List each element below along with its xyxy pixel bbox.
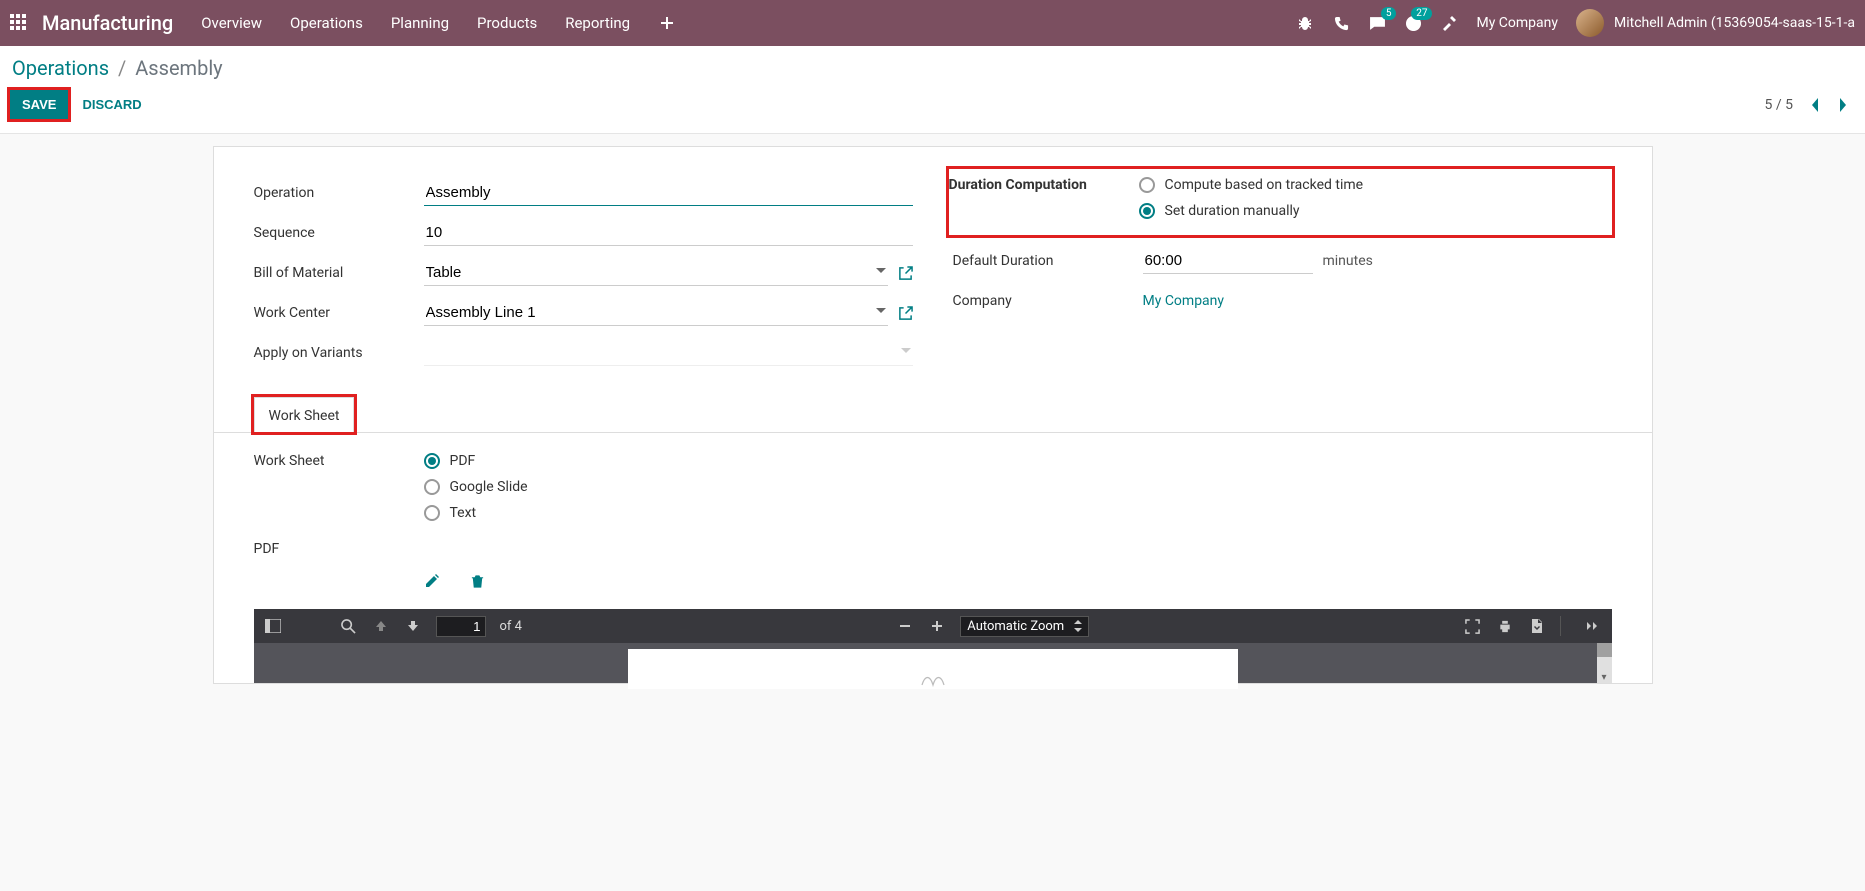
- worksheet-pdf-label: PDF: [450, 453, 476, 469]
- tools-icon[interactable]: [1440, 14, 1458, 32]
- breadcrumb-parent[interactable]: Operations: [12, 56, 109, 80]
- page-up-icon[interactable]: [372, 617, 390, 635]
- variants-input[interactable]: [424, 340, 913, 366]
- user-name: Mitchell Admin (15369054-saas-15-1-a: [1614, 15, 1855, 31]
- bom-input[interactable]: [424, 260, 888, 286]
- tab-content-worksheet: Work Sheet PDF Google Slide Text: [254, 433, 1612, 683]
- worksheet-option-text[interactable]: Text: [424, 505, 528, 521]
- form-left-column: Operation Sequence Bill of Material: [254, 177, 913, 377]
- systray: 5 27 My Company Mitchell Admin (15369054…: [1296, 9, 1855, 37]
- menu-overview[interactable]: Overview: [201, 14, 262, 32]
- duration-highlight: Duration Computation Compute based on tr…: [949, 169, 1612, 235]
- radio-icon: [424, 479, 440, 495]
- app-title[interactable]: Manufacturing: [42, 11, 173, 35]
- radio-icon: [1139, 203, 1155, 219]
- variants-label: Apply on Variants: [254, 345, 424, 361]
- radio-icon: [424, 505, 440, 521]
- fullscreen-icon[interactable]: [1464, 617, 1482, 635]
- default-duration-input[interactable]: [1143, 248, 1313, 274]
- page-down-icon[interactable]: [404, 617, 422, 635]
- pager-text[interactable]: 5 / 5: [1765, 97, 1793, 113]
- worksheet-option-pdf[interactable]: PDF: [424, 453, 528, 469]
- operation-label: Operation: [254, 185, 424, 201]
- delete-pdf-button[interactable]: [470, 573, 485, 589]
- tab-worksheet[interactable]: Work Sheet: [254, 397, 355, 433]
- duration-option-manual-label: Set duration manually: [1165, 203, 1300, 219]
- pdf-scrollbar[interactable]: ▾: [1597, 643, 1612, 683]
- company-label: Company: [953, 293, 1143, 309]
- edit-pdf-button[interactable]: [424, 573, 440, 589]
- sequence-input[interactable]: [424, 220, 913, 246]
- apps-menu-icon[interactable]: [10, 14, 28, 32]
- save-button[interactable]: SAVE: [10, 90, 68, 119]
- company-link[interactable]: My Company: [1143, 293, 1225, 309]
- pdf-toolbar: of 4 Automatic Zoom: [254, 609, 1612, 643]
- pager: 5 / 5: [1765, 97, 1849, 113]
- worksheet-text-label: Text: [450, 505, 477, 521]
- messages-badge: 5: [1381, 7, 1397, 20]
- duration-option-tracked-label: Compute based on tracked time: [1165, 177, 1364, 193]
- page-count: of 4: [500, 619, 522, 634]
- avatar: [1576, 9, 1604, 37]
- messages-icon[interactable]: 5: [1368, 14, 1386, 32]
- pdf-canvas: ▾: [254, 643, 1612, 683]
- control-panel: Operations / Assembly SAVE DISCARD 5 / 5: [0, 46, 1865, 134]
- breadcrumb-current: Assembly: [135, 56, 222, 80]
- worksheet-option-google[interactable]: Google Slide: [424, 479, 528, 495]
- pdf-page[interactable]: [628, 649, 1238, 689]
- menu-planning[interactable]: Planning: [391, 14, 449, 32]
- worksheet-tab-highlight: Work Sheet: [254, 397, 355, 432]
- zoom-in-icon[interactable]: [928, 617, 946, 635]
- sidebar-toggle-icon[interactable]: [264, 617, 282, 635]
- notebook-tabs: Work Sheet: [214, 397, 1652, 433]
- breadcrumb: Operations / Assembly: [12, 56, 1849, 80]
- main-menu: Overview Operations Planning Products Re…: [201, 14, 1296, 32]
- duration-option-tracked[interactable]: Compute based on tracked time: [1139, 177, 1364, 193]
- duration-option-manual[interactable]: Set duration manually: [1139, 203, 1364, 219]
- download-icon[interactable]: [1528, 617, 1546, 635]
- radio-icon: [424, 453, 440, 469]
- discard-button[interactable]: DISCARD: [82, 97, 141, 112]
- print-icon[interactable]: [1496, 617, 1514, 635]
- zoom-select[interactable]: Automatic Zoom: [960, 616, 1089, 637]
- breadcrumb-separator: /: [118, 56, 126, 80]
- bug-icon[interactable]: [1296, 14, 1314, 32]
- zoom-out-icon[interactable]: [896, 617, 914, 635]
- workcenter-input[interactable]: [424, 300, 888, 326]
- menu-products[interactable]: Products: [477, 14, 537, 32]
- search-icon[interactable]: [340, 617, 358, 635]
- activities-icon[interactable]: 27: [1404, 14, 1422, 32]
- pager-next[interactable]: [1837, 97, 1849, 113]
- sequence-label: Sequence: [254, 225, 424, 241]
- workcenter-external-link[interactable]: [898, 306, 913, 321]
- operation-input[interactable]: [424, 180, 913, 206]
- pdf-label: PDF: [254, 541, 424, 557]
- new-menu-icon[interactable]: [658, 14, 676, 32]
- more-tools-icon[interactable]: [1584, 617, 1602, 635]
- page-number-input[interactable]: [436, 616, 486, 637]
- radio-icon: [1139, 177, 1155, 193]
- zoom-select-label: Automatic Zoom: [967, 619, 1064, 634]
- duration-computation-label: Duration Computation: [949, 177, 1139, 193]
- menu-operations[interactable]: Operations: [290, 14, 363, 32]
- phone-icon[interactable]: [1332, 14, 1350, 32]
- bom-label: Bill of Material: [254, 265, 424, 281]
- company-selector[interactable]: My Company: [1476, 15, 1558, 31]
- worksheet-google-label: Google Slide: [450, 479, 528, 495]
- worksheet-type-label: Work Sheet: [254, 453, 424, 469]
- pager-prev[interactable]: [1809, 97, 1821, 113]
- user-menu[interactable]: Mitchell Admin (15369054-saas-15-1-a: [1576, 9, 1855, 37]
- default-duration-label: Default Duration: [953, 253, 1143, 269]
- topbar: Manufacturing Overview Operations Planni…: [0, 0, 1865, 46]
- form-sheet: Operation Sequence Bill of Material: [213, 146, 1653, 684]
- save-highlight: SAVE: [10, 90, 68, 119]
- form-right-column: Duration Computation Compute based on tr…: [953, 177, 1612, 377]
- menu-reporting[interactable]: Reporting: [565, 14, 630, 32]
- activities-badge: 27: [1411, 7, 1432, 20]
- duration-unit: minutes: [1323, 253, 1373, 269]
- workcenter-label: Work Center: [254, 305, 424, 321]
- bom-external-link[interactable]: [898, 266, 913, 281]
